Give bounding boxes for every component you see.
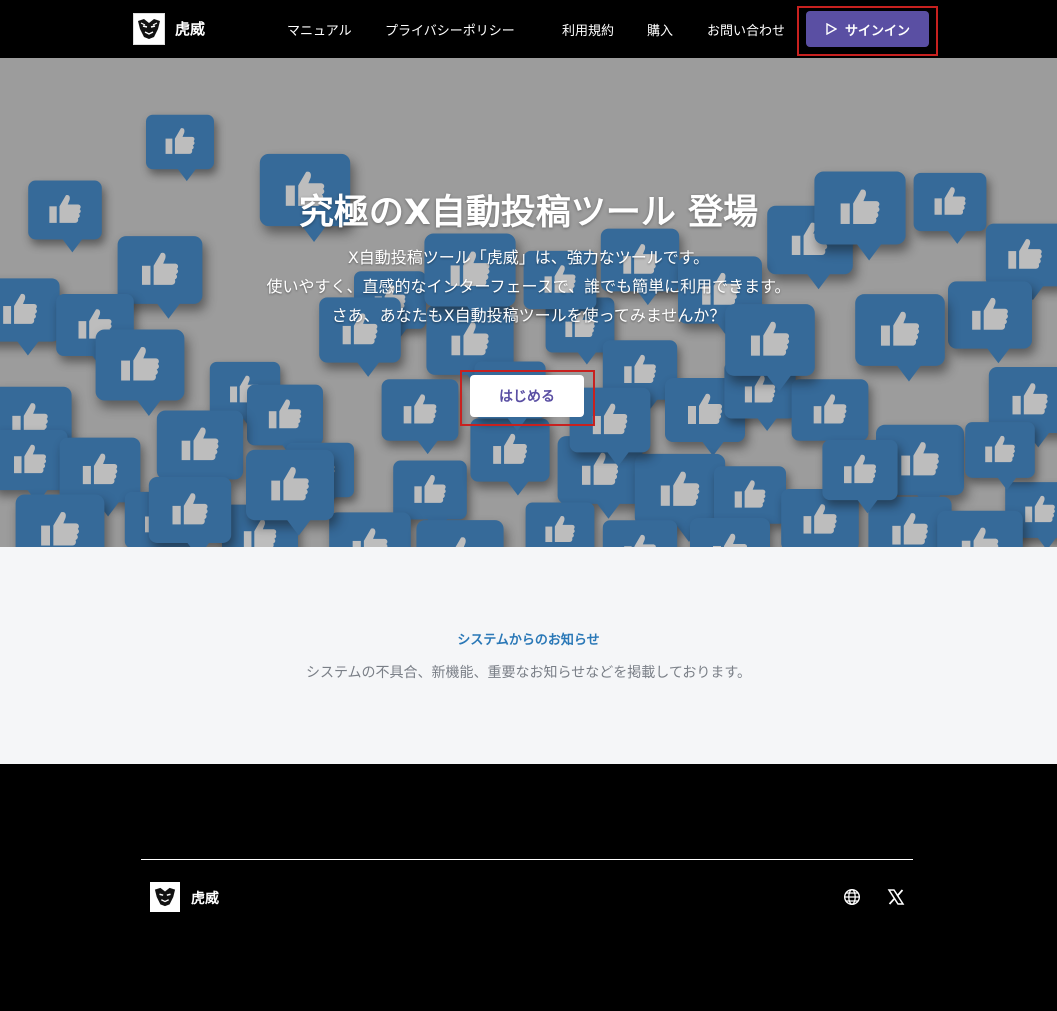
site-footer: 虎威	[0, 764, 1057, 1011]
nav-item-contact[interactable]: お問い合わせ	[707, 20, 785, 39]
nav-item-manual[interactable]: マニュアル	[287, 20, 352, 39]
hero-section: 究極のX自動投稿ツール 登場 X自動投稿ツール「虎威」は、強力なツールです。 使…	[0, 58, 1057, 547]
globe-icon[interactable]	[843, 888, 861, 906]
play-icon	[826, 23, 837, 35]
notice-title: システムからのお知らせ	[457, 633, 600, 648]
notice-section: システムからのお知らせ システムの不具合、新機能、重要なお知らせなどを掲載してお…	[0, 547, 1057, 764]
x-logo-icon[interactable]	[887, 888, 905, 906]
signin-label: サインイン	[844, 23, 910, 39]
nav-item-purchase[interactable]: 購入	[647, 20, 673, 39]
hero-text-line-1: X自動投稿ツール「虎威」は、強力なツールです。	[347, 248, 710, 267]
hero-text-line-2: 使いやすく、直感的なインターフェースで、誰でも簡単に利用できます。	[266, 277, 791, 296]
tiger-logo-icon[interactable]	[133, 13, 165, 45]
site-header: 虎威 マニュアル プライバシーポリシー 利用規約 購入 お問い合わせ サインイン	[0, 0, 1057, 58]
start-button[interactable]: はじめる	[470, 375, 584, 417]
footer-brand-name[interactable]: 虎威	[191, 888, 219, 908]
footer-tiger-logo-icon[interactable]	[150, 882, 180, 912]
hero-text-line-3: さあ、あなたもX自動投稿ツールを使ってみませんか？	[331, 306, 726, 325]
hero-title: 究極のX自動投稿ツール 登場	[298, 193, 759, 233]
brand-name[interactable]: 虎威	[175, 18, 205, 39]
notice-description: システムの不具合、新機能、重要なお知らせなどを掲載しております。	[305, 665, 752, 681]
signin-button[interactable]: サインイン	[806, 11, 929, 47]
footer-divider	[141, 859, 913, 860]
nav-item-privacy-policy[interactable]: プライバシーポリシー	[385, 20, 515, 39]
nav-item-terms[interactable]: 利用規約	[562, 20, 614, 39]
